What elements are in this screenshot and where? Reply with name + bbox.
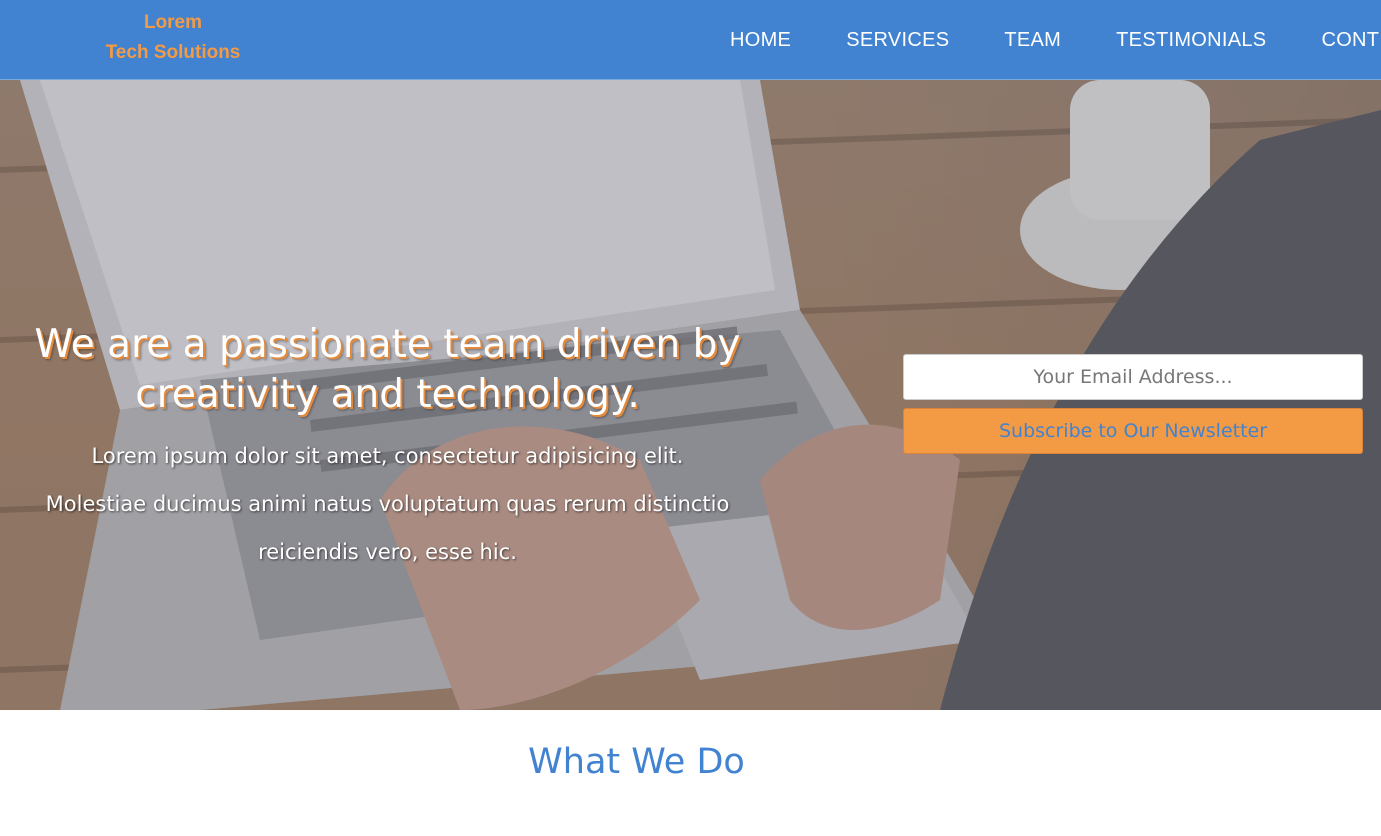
email-input[interactable] — [903, 354, 1363, 400]
nav-home[interactable]: HOME — [730, 29, 791, 52]
brand-line-1: Lorem — [143, 12, 203, 33]
nav-contact[interactable]: CONT — [1321, 29, 1379, 52]
subscribe-button[interactable]: Subscribe to Our Newsletter — [903, 408, 1363, 454]
brand-logo[interactable]: Lorem Tech Solutions — [100, 8, 246, 68]
navbar: Lorem Tech Solutions HOME SERVICES TEAM … — [0, 0, 1381, 80]
nav-services[interactable]: SERVICES — [846, 29, 949, 52]
newsletter-form: Subscribe to Our Newsletter — [903, 354, 1363, 454]
brand-line-2: Tech Solutions — [105, 42, 241, 63]
section-title-what-we-do: What We Do — [528, 742, 745, 782]
nav-menu: HOME SERVICES TEAM TESTIMONIALS CONT — [730, 0, 1381, 79]
nav-team[interactable]: TEAM — [1004, 29, 1061, 52]
page: Lorem Tech Solutions HOME SERVICES TEAM … — [0, 0, 1381, 836]
nav-testimonials[interactable]: TESTIMONIALS — [1116, 29, 1266, 52]
hero-text-block: We are a passionate team driven by creat… — [10, 320, 765, 576]
hero-subtitle: Lorem ipsum dolor sit amet, consectetur … — [45, 444, 730, 564]
hero-section: We are a passionate team driven by creat… — [0, 80, 1381, 710]
hero-title: We are a passionate team driven by creat… — [34, 322, 741, 417]
